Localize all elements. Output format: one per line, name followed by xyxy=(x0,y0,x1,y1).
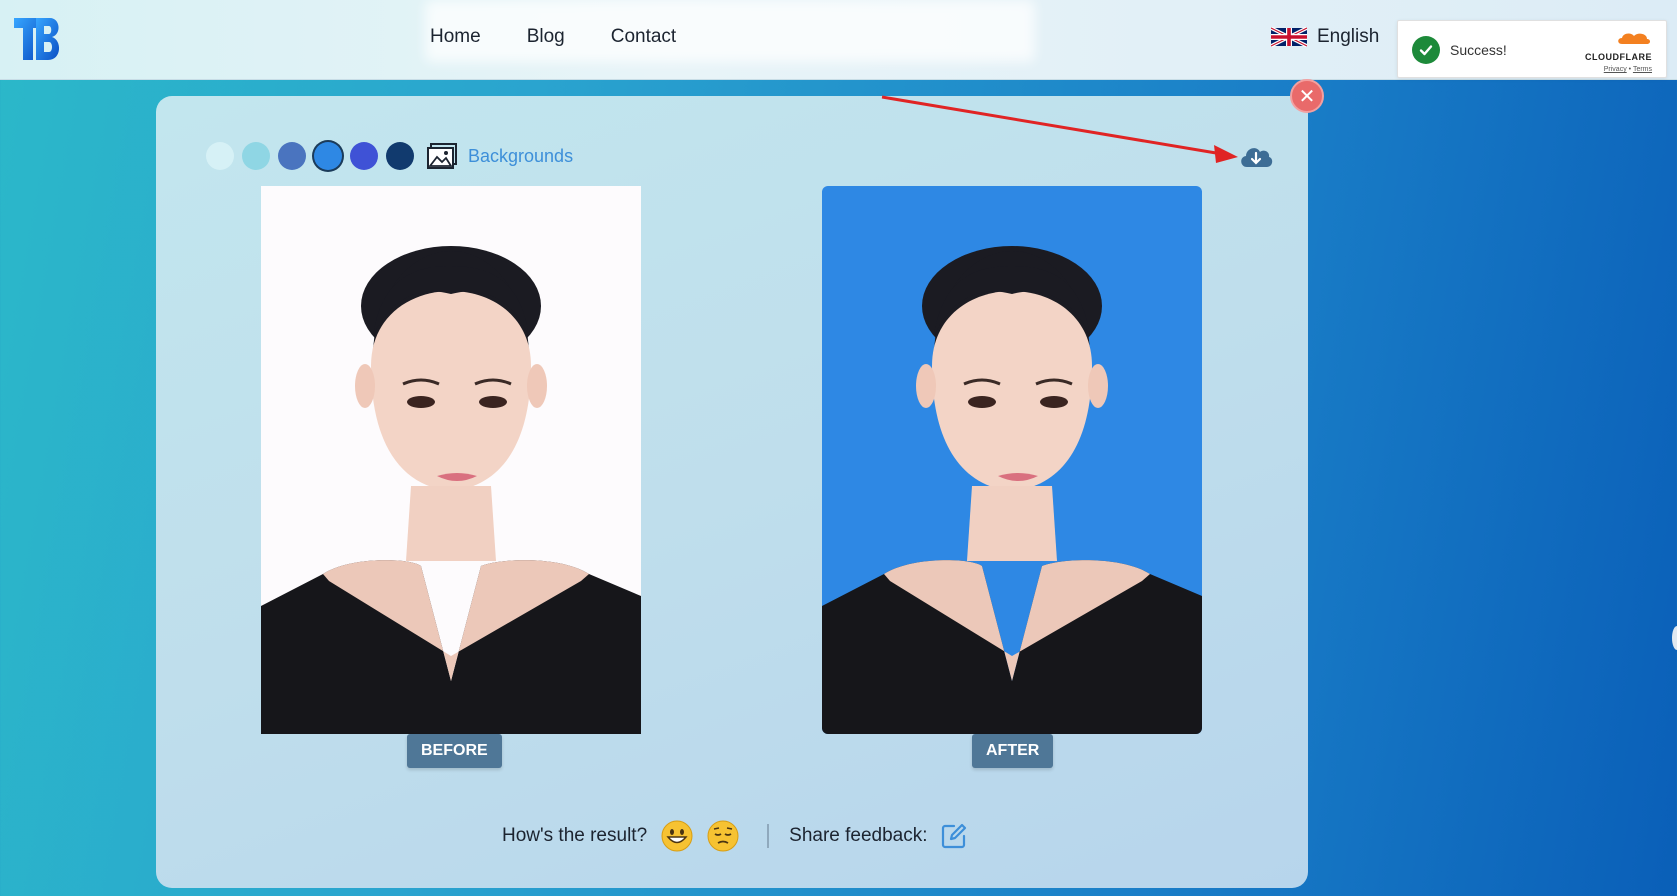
nav-home-link[interactable]: Home xyxy=(430,26,481,48)
edge-handle xyxy=(1672,626,1677,650)
color-swatch-light-cyan[interactable] xyxy=(206,142,234,170)
feedback-divider xyxy=(767,824,770,848)
tb-logo-icon[interactable] xyxy=(12,14,62,64)
uk-flag-icon xyxy=(1271,27,1307,47)
feedback-question: How's the result? xyxy=(502,825,648,846)
grinning-face-icon[interactable] xyxy=(661,820,693,852)
nav-contact-link[interactable]: Contact xyxy=(611,26,676,48)
image-gallery-icon[interactable] xyxy=(426,142,458,170)
privacy-link[interactable]: Privacy xyxy=(1604,66,1627,73)
backgrounds-link[interactable]: Backgrounds xyxy=(468,146,573,167)
success-check-icon xyxy=(1412,36,1440,64)
color-swatch-cyan[interactable] xyxy=(242,142,270,170)
cloudflare-cloud-icon xyxy=(1618,33,1650,44)
close-button[interactable]: ✕ xyxy=(1290,79,1324,113)
editor-panel: Backgrounds BEFORE AFTER How's the resul… xyxy=(156,96,1308,888)
nav-blog-link[interactable]: Blog xyxy=(527,26,565,48)
after-tag: AFTER xyxy=(972,734,1054,768)
main-nav: Home Blog Contact xyxy=(430,26,676,48)
portrait-illustration xyxy=(822,246,1202,734)
before-tag: BEFORE xyxy=(407,734,502,768)
edit-feedback-icon[interactable] xyxy=(940,822,968,850)
before-photo xyxy=(261,186,641,734)
feedback-bar: How's the result? Share feedback: xyxy=(502,820,968,852)
cloudflare-brand: CLOUDFLARE Privacy • Terms xyxy=(1580,31,1652,73)
cloudflare-wordmark: CLOUDFLARE xyxy=(1585,52,1652,62)
language-selector[interactable]: English ▾ xyxy=(1271,26,1404,48)
cloudflare-turnstile-widget: Success! CLOUDFLARE Privacy • Terms xyxy=(1397,20,1667,78)
cloudflare-links: Privacy • Terms xyxy=(1580,66,1652,73)
link-separator: • xyxy=(1628,66,1632,73)
portrait-illustration xyxy=(261,246,641,734)
after-photo xyxy=(822,186,1202,734)
color-swatch-navy[interactable] xyxy=(386,142,414,170)
color-swatch-indigo[interactable] xyxy=(350,142,378,170)
color-swatch-blue[interactable] xyxy=(314,142,342,170)
terms-link[interactable]: Terms xyxy=(1633,66,1652,73)
color-swatch-steel-blue[interactable] xyxy=(278,142,306,170)
share-feedback-label: Share feedback: xyxy=(789,825,928,846)
close-icon: ✕ xyxy=(1298,85,1316,108)
success-message: Success! xyxy=(1450,42,1507,58)
cloud-download-icon[interactable] xyxy=(1238,142,1274,170)
pensive-face-icon[interactable] xyxy=(707,820,739,852)
background-color-picker: Backgrounds xyxy=(206,142,573,170)
language-label: English xyxy=(1317,26,1380,47)
